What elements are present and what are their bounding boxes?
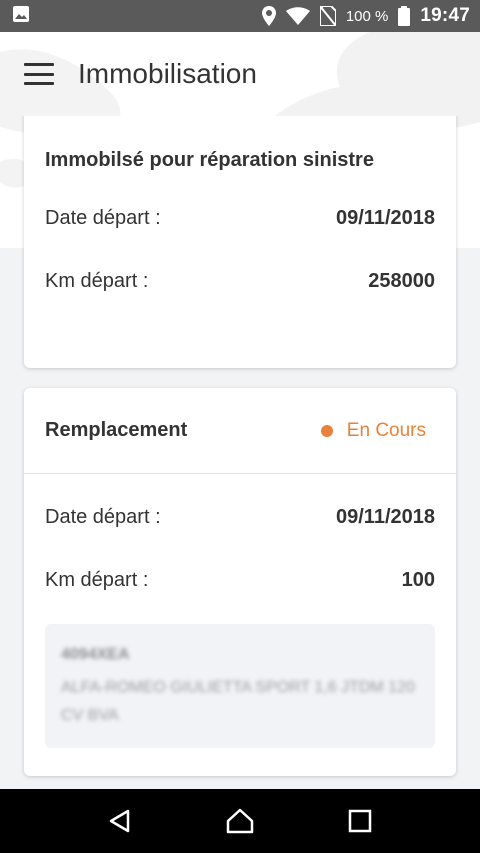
km-depart-value: 258000 — [368, 270, 435, 292]
menu-icon[interactable] — [24, 63, 54, 85]
navigation-bar — [0, 789, 480, 853]
vehicle-model: ALFA-ROMEO GIULIETTA SPORT 1,6 JTDM 120 … — [61, 679, 415, 724]
image-notification-icon — [12, 5, 30, 28]
replacement-km-depart-value: 100 — [401, 569, 435, 591]
location-icon — [261, 6, 276, 26]
recents-icon — [348, 809, 372, 833]
immobilisation-heading: Immobilsé pour réparation sinistre — [45, 149, 374, 171]
status-dot-icon — [320, 424, 333, 437]
back-button[interactable] — [96, 797, 144, 845]
replacement-card: Remplacement En Cours Date départ : 09/1… — [24, 388, 456, 776]
status-time: 19:47 — [420, 5, 470, 26]
replacement-km-depart-row: Km départ : 100 — [45, 569, 435, 592]
status-text: En Cours — [346, 419, 426, 441]
immobilisation-card: Immobilsé pour réparation sinistre Date … — [24, 116, 456, 368]
no-sim-icon — [319, 6, 336, 26]
vehicle-plate: 4094XEA — [61, 646, 130, 663]
replacement-km-depart-label: Km départ : — [45, 569, 149, 591]
home-button[interactable] — [216, 797, 264, 845]
wifi-icon — [285, 7, 310, 25]
replacement-date-depart-label: Date départ : — [45, 506, 161, 528]
home-icon — [226, 808, 254, 834]
date-depart-value: 09/11/2018 — [336, 207, 435, 229]
km-depart-label: Km départ : — [45, 270, 149, 292]
app-bar: Immobilisation — [0, 32, 480, 116]
battery-icon — [398, 6, 411, 26]
replacement-card-header: Remplacement En Cours — [24, 388, 456, 474]
replacement-date-depart-value: 09/11/2018 — [336, 506, 435, 528]
replacement-heading: Remplacement — [45, 419, 188, 441]
page-title: Immobilisation — [78, 58, 257, 89]
date-depart-label: Date départ : — [45, 207, 161, 229]
replacement-date-depart-row: Date départ : 09/11/2018 — [45, 506, 435, 529]
recents-button[interactable] — [336, 797, 384, 845]
content-scroll[interactable]: Immobilsé pour réparation sinistre Date … — [0, 116, 480, 789]
km-depart-row: Km départ : 258000 — [45, 270, 435, 293]
date-depart-row: Date départ : 09/11/2018 — [45, 207, 435, 230]
status-badge: En Cours — [320, 419, 426, 442]
battery-percent: 100 % — [345, 7, 389, 25]
back-icon — [109, 809, 130, 833]
status-bar: 100 % 19:47 — [0, 0, 480, 32]
vehicle-info[interactable]: 4094XEA ALFA-ROMEO GIULIETTA SPORT 1,6 J… — [45, 624, 435, 748]
